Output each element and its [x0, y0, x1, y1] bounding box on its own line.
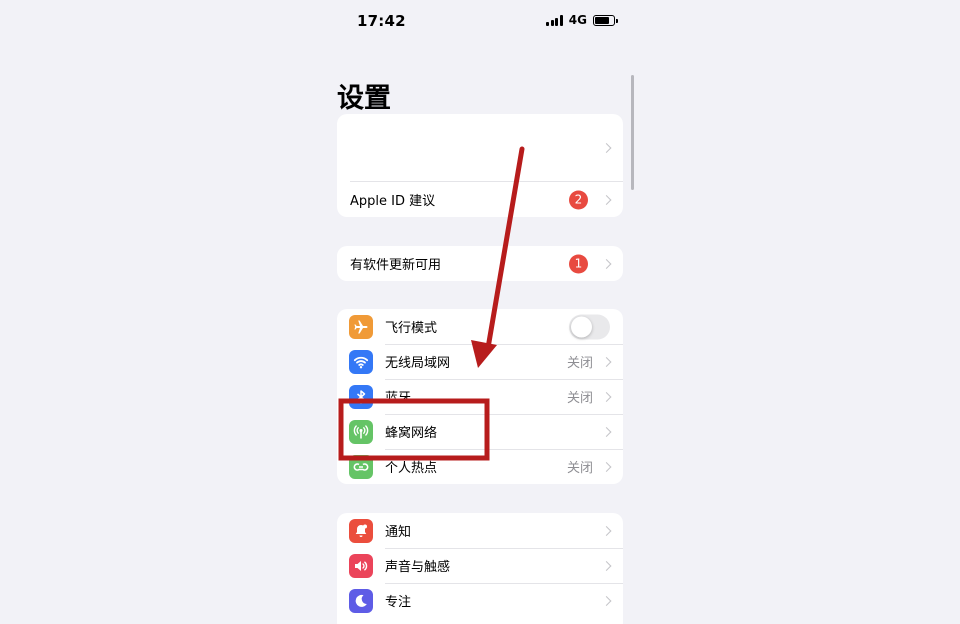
- notifications-row[interactable]: 通知: [337, 513, 623, 548]
- status-time: 17:42: [357, 12, 406, 30]
- chevron-right-icon: [601, 194, 612, 205]
- wifi-row[interactable]: 无线局域网 关闭: [337, 344, 623, 379]
- row-value: 关闭: [566, 356, 593, 371]
- chevron-right-icon: [601, 426, 612, 437]
- chevron-right-icon: [601, 258, 612, 269]
- row-value: 关闭: [566, 461, 593, 476]
- signal-strength-icon: [546, 14, 563, 26]
- chevron-right-icon: [601, 525, 612, 536]
- row-label: 飞行模式: [385, 321, 438, 336]
- sounds-haptics-row[interactable]: 声音与触感: [337, 548, 623, 583]
- status-indicators: 4G: [546, 13, 618, 27]
- row-label: Apple ID 建议: [350, 194, 436, 209]
- focus-row[interactable]: 专注: [337, 583, 623, 618]
- page-title: 设置: [337, 83, 391, 114]
- chevron-right-icon: [601, 595, 612, 606]
- row-label: 蜂窝网络: [385, 426, 438, 441]
- software-update-row[interactable]: 有软件更新可用 1: [337, 246, 623, 281]
- moon-icon: [349, 588, 373, 613]
- notification-badge: 2: [569, 190, 588, 209]
- chevron-right-icon: [601, 391, 612, 402]
- status-bar: 17:42 4G: [337, 0, 623, 40]
- row-label: 声音与触感: [385, 560, 451, 575]
- antenna-icon: [349, 419, 373, 444]
- chevron-right-icon: [601, 461, 612, 472]
- notify-group: 通知 声音与触感 专注: [337, 513, 623, 624]
- row-label: 专注: [385, 595, 412, 610]
- network-group: 飞行模式 无线局域网 关闭 蓝牙 关闭 蜂窝网络 个人热点 关闭: [337, 309, 623, 484]
- update-group: 有软件更新可用 1: [337, 246, 623, 281]
- hotspot-icon: [349, 454, 373, 479]
- row-value: 关闭: [566, 391, 593, 406]
- row-label: 个人热点: [385, 461, 438, 476]
- battery-icon: [593, 14, 618, 26]
- chevron-right-icon: [601, 560, 612, 571]
- account-group: Apple ID 建议 2: [337, 114, 623, 217]
- chevron-right-icon: [601, 143, 612, 153]
- row-label: 通知: [385, 525, 412, 540]
- airplane-mode-row[interactable]: 飞行模式: [337, 309, 623, 344]
- bluetooth-icon: [349, 384, 373, 409]
- row-label: 蓝牙: [385, 391, 412, 406]
- personal-hotspot-row[interactable]: 个人热点 关闭: [337, 449, 623, 484]
- airplane-icon: [349, 314, 373, 339]
- battery-level: [595, 16, 610, 24]
- cellular-row[interactable]: 蜂窝网络: [337, 414, 623, 449]
- toggle-knob: [571, 316, 592, 337]
- speaker-icon: [349, 553, 373, 578]
- apple-id-suggestions-row[interactable]: Apple ID 建议 2: [337, 182, 623, 217]
- bell-icon: [349, 518, 373, 543]
- airplane-mode-toggle[interactable]: [569, 314, 610, 339]
- wifi-icon: [349, 349, 373, 374]
- notification-badge: 1: [569, 254, 588, 273]
- network-type: 4G: [568, 13, 587, 27]
- bluetooth-row[interactable]: 蓝牙 关闭: [337, 379, 623, 414]
- row-label: 无线局域网: [385, 356, 451, 371]
- chevron-right-icon: [601, 356, 612, 367]
- scrollbar[interactable]: [631, 75, 634, 190]
- apple-id-profile-row[interactable]: [337, 114, 623, 182]
- row-label: 有软件更新可用: [350, 258, 442, 273]
